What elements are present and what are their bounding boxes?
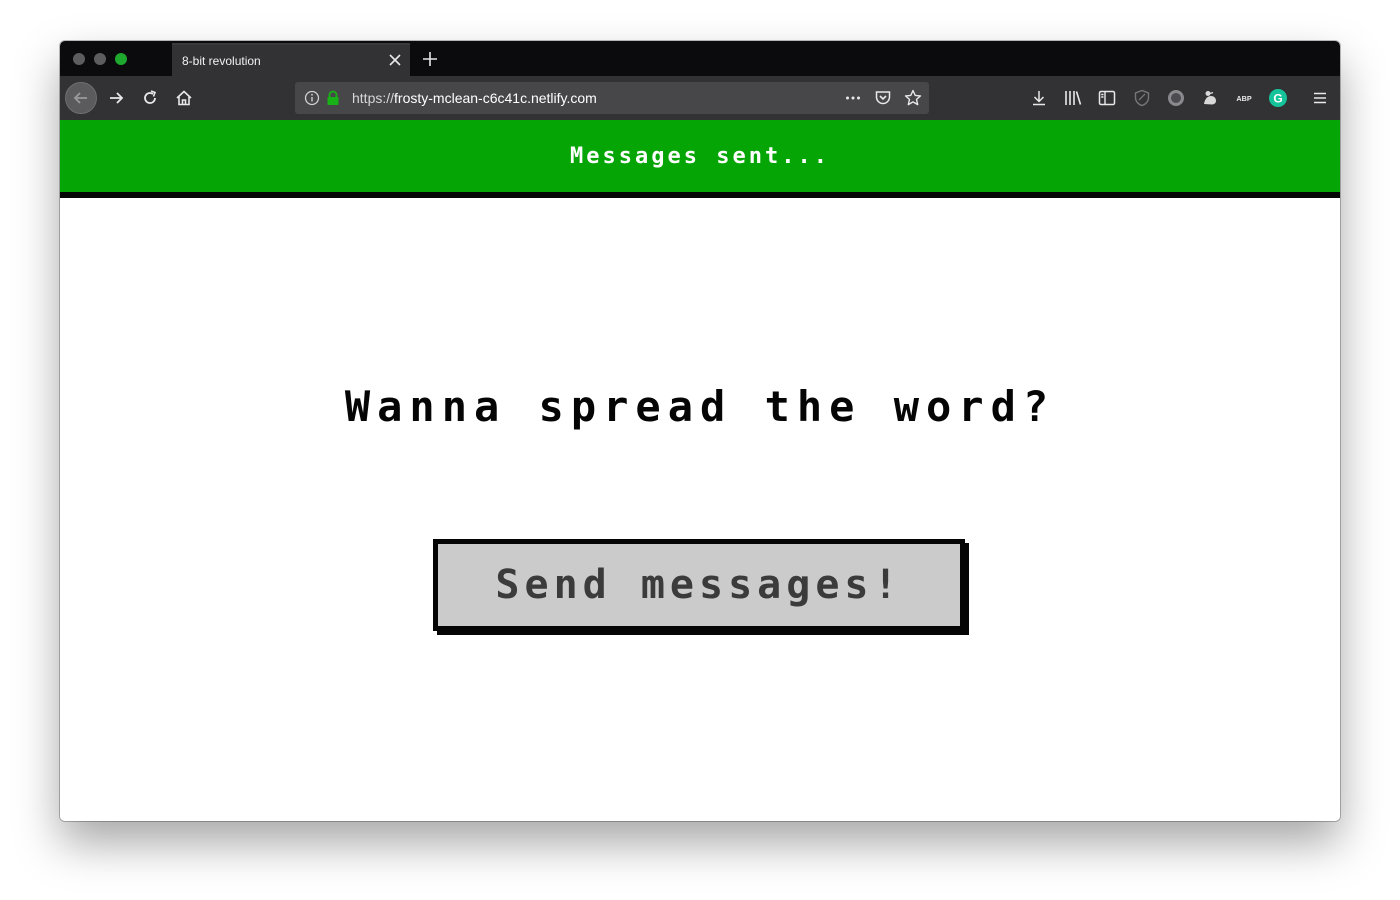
pocket-icon[interactable] bbox=[874, 89, 892, 107]
sidebar-icon[interactable] bbox=[1097, 88, 1117, 108]
extension-bird-icon[interactable] bbox=[1200, 88, 1220, 108]
url-scheme: https:// bbox=[352, 90, 395, 106]
send-messages-label: Send messages! bbox=[495, 562, 903, 608]
send-messages-button[interactable]: Send messages! bbox=[433, 539, 965, 631]
lock-icon[interactable] bbox=[324, 89, 342, 107]
window-minimize-button[interactable] bbox=[94, 53, 106, 65]
browser-window: 8-bit revolution https://frosty-mclean-c… bbox=[60, 41, 1340, 821]
bookmark-star-icon[interactable] bbox=[904, 89, 922, 107]
new-tab-icon[interactable] bbox=[420, 49, 440, 69]
reload-button[interactable] bbox=[134, 82, 166, 114]
extension-circle-icon[interactable] bbox=[1166, 88, 1186, 108]
grammarly-icon[interactable]: G bbox=[1268, 88, 1288, 108]
back-button[interactable] bbox=[65, 82, 97, 114]
home-button[interactable] bbox=[168, 82, 200, 114]
status-banner: Messages sent... bbox=[60, 120, 1340, 198]
download-icon[interactable] bbox=[1029, 88, 1049, 108]
adblock-label: ABP bbox=[1236, 94, 1251, 103]
adblock-icon[interactable]: ABP bbox=[1234, 88, 1254, 108]
home-icon bbox=[176, 90, 192, 106]
shield-icon[interactable] bbox=[1132, 88, 1152, 108]
url-bar[interactable]: https://frosty-mclean-c6c41c.netlify.com bbox=[295, 82, 929, 114]
forward-arrow-icon bbox=[110, 92, 124, 104]
tab-active[interactable]: 8-bit revolution bbox=[172, 43, 410, 76]
grammarly-label: G bbox=[1273, 92, 1282, 106]
reload-icon bbox=[144, 90, 157, 104]
nav-bar: https://frosty-mclean-c6c41c.netlify.com bbox=[60, 76, 1340, 120]
page-content: Messages sent... Wanna spread the word? … bbox=[60, 120, 1340, 821]
page-headline: Wanna spread the word? bbox=[344, 382, 1056, 431]
info-icon[interactable] bbox=[303, 89, 321, 107]
library-icon[interactable] bbox=[1063, 88, 1083, 108]
url-host: frosty-mclean-c6c41c.netlify.com bbox=[394, 90, 597, 106]
window-close-button[interactable] bbox=[73, 53, 85, 65]
tab-title: 8-bit revolution bbox=[182, 54, 261, 68]
url-text: https://frosty-mclean-c6c41c.netlify.com bbox=[352, 90, 597, 106]
back-arrow-icon bbox=[73, 92, 87, 104]
page-actions-icon[interactable] bbox=[844, 89, 862, 107]
window-zoom-button[interactable] bbox=[115, 53, 127, 65]
forward-button[interactable] bbox=[100, 82, 132, 114]
status-message: Messages sent... bbox=[570, 143, 830, 169]
hamburger-menu-icon[interactable] bbox=[1310, 88, 1330, 108]
close-tab-icon[interactable] bbox=[386, 51, 404, 69]
tab-strip: 8-bit revolution bbox=[60, 41, 1340, 76]
